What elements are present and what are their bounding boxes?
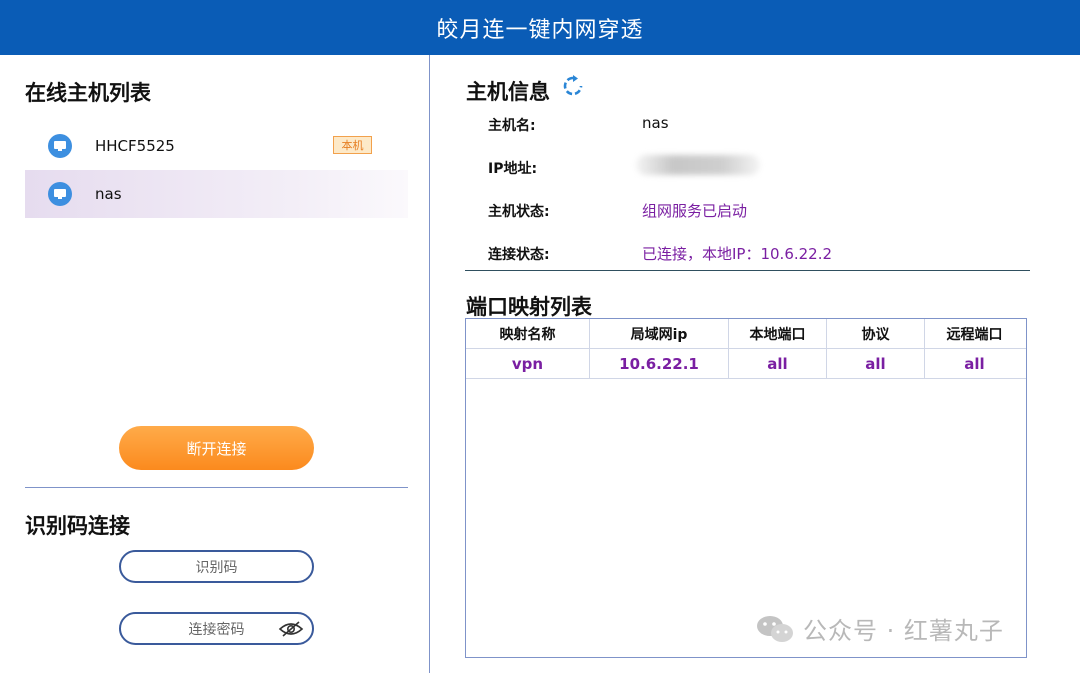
local-port-cell: all xyxy=(729,349,827,379)
column-header: 局域网ip xyxy=(590,319,729,349)
column-header: 远程端口 xyxy=(946,327,1003,343)
host-info-title: 主机信息 xyxy=(466,80,550,104)
protocol-cell: all xyxy=(827,349,925,379)
code-placeholder: 识别码 xyxy=(195,559,238,576)
right-panel: 主机信息 主机名: nas IP地址: 主机状态: 组网服务已启动 连接状态: … xyxy=(430,55,1080,673)
table-row[interactable]: vpn 10.6.22.1 all all all xyxy=(466,349,1026,379)
host-status-label: 主机状态: xyxy=(488,204,550,220)
app-title-bar: 皎月连一键内网穿透 xyxy=(0,0,1080,55)
host-name: HHCF5525 xyxy=(95,137,175,155)
port-map-title: 端口映射列表 xyxy=(466,295,592,319)
app-title: 皎月连一键内网穿透 xyxy=(436,17,644,43)
watermark: 公众号 · 红薯丸子 xyxy=(755,611,1004,646)
section-divider xyxy=(465,270,1030,271)
disconnect-button[interactable]: 断开连接 xyxy=(119,426,314,470)
refresh-icon[interactable] xyxy=(562,75,584,97)
ip-label: IP地址: xyxy=(488,161,538,177)
column-header: 协议 xyxy=(827,319,925,349)
connection-status-label: 连接状态: xyxy=(488,247,550,263)
eye-slash-icon[interactable] xyxy=(278,619,304,639)
left-panel: 在线主机列表 HHCF5525 本机 nas 断开连接 识别码连接 识别码 连接… xyxy=(0,55,430,673)
remote-port-cell: all xyxy=(964,355,985,373)
host-item-nas[interactable]: nas xyxy=(25,170,408,218)
column-header: 本地端口 xyxy=(729,319,827,349)
password-placeholder: 连接密码 xyxy=(188,621,245,638)
watermark-text: 公众号 · 红薯丸子 xyxy=(803,617,1004,645)
hostname-label: 主机名: xyxy=(488,118,536,134)
section-divider xyxy=(25,487,408,488)
local-host-badge: 本机 xyxy=(333,136,372,154)
monitor-icon xyxy=(48,182,72,206)
column-header: 映射名称 xyxy=(466,319,590,349)
host-name: nas xyxy=(95,185,122,203)
port-map-table: 映射名称 局域网ip 本地端口 协议 远程端口 vpn 10.6.22.1 al… xyxy=(465,318,1027,658)
code-input[interactable]: 识别码 xyxy=(119,550,314,583)
table-header: 映射名称 局域网ip 本地端口 协议 远程端口 xyxy=(466,319,1026,349)
lan-ip-cell: 10.6.22.1 xyxy=(590,349,729,379)
password-input[interactable]: 连接密码 xyxy=(119,612,314,645)
code-connect-title: 识别码连接 xyxy=(25,514,130,538)
monitor-icon xyxy=(48,134,72,158)
mapping-name-cell: vpn xyxy=(466,349,590,379)
hostname-value: nas xyxy=(642,114,669,132)
host-status-value: 组网服务已启动 xyxy=(642,202,748,220)
online-hosts-title: 在线主机列表 xyxy=(25,81,151,105)
connection-status-value: 已连接，本地IP：10.6.22.2 xyxy=(642,245,833,263)
host-item-hhcf5525[interactable]: HHCF5525 本机 xyxy=(25,122,408,170)
ip-value-redacted xyxy=(636,155,760,175)
wechat-icon xyxy=(755,614,795,644)
